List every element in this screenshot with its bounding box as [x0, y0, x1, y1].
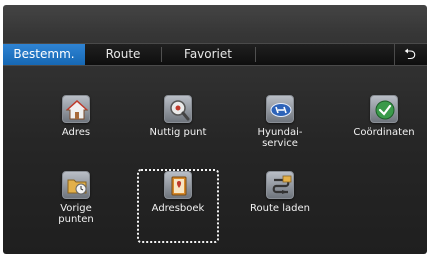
house-icon [62, 95, 90, 123]
menu-item-adres[interactable]: Adres [31, 95, 121, 138]
tab-favoriet[interactable]: Favoriet [163, 44, 253, 65]
tab-bar: Bestemm. Route Favoriet ⮌ [3, 43, 427, 66]
focus-highlight [137, 169, 219, 243]
hyundai-logo-icon [266, 95, 294, 123]
tab-separator [161, 47, 162, 62]
menu-item-label: Route laden [250, 203, 310, 214]
menu-item-coordinaten[interactable]: Coördinaten [339, 95, 427, 138]
route-load-icon [266, 171, 294, 199]
magnifier-poi-icon [164, 95, 192, 123]
menu-item-hyundai-service[interactable]: Hyundai- service [235, 95, 325, 149]
return-arrow-icon: ⮌ [403, 45, 416, 63]
tab-bestemming[interactable]: Bestemm. [3, 44, 85, 65]
menu-item-label: Adres [61, 127, 91, 138]
menu-item-label: Nuttig punt [149, 127, 207, 138]
menu-item-vorige-punten[interactable]: Vorige punten [31, 171, 121, 225]
navigation-screen: Bestemm. Route Favoriet ⮌ Adres Nuttig p… [3, 5, 427, 254]
tab-route[interactable]: Route [87, 44, 159, 65]
menu-item-label: Hyundai- service [257, 127, 303, 149]
back-button[interactable]: ⮌ [394, 44, 425, 65]
folder-clock-icon [62, 171, 90, 199]
menu-item-route-laden[interactable]: Route laden [235, 171, 325, 214]
tab-separator [255, 47, 256, 62]
menu-item-label: Vorige punten [58, 203, 94, 225]
menu-item-nuttig-punt[interactable]: Nuttig punt [133, 95, 223, 138]
menu-item-label: Coördinaten [353, 127, 415, 138]
globe-check-icon [370, 95, 398, 123]
